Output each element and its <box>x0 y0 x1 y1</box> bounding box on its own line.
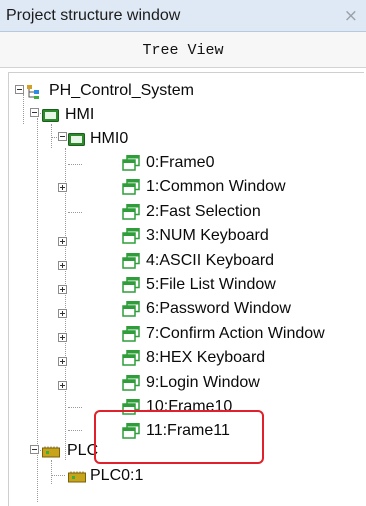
tree-node-label: 1:Common Window <box>146 178 286 196</box>
connector-line <box>51 475 65 476</box>
project-tree-icon <box>27 85 39 99</box>
tree-node-frame[interactable]: 1:Common Window <box>122 177 362 199</box>
tree-node-plc0[interactable]: PLC0:1 <box>68 466 178 488</box>
tree-node-project-root[interactable]: PH_Control_System <box>26 81 236 103</box>
tree-node-label: 6:Password Window <box>146 300 291 318</box>
plc-icon <box>68 471 86 483</box>
tree-node-label: 0:Frame0 <box>146 154 215 171</box>
expand-toggle-frame5[interactable] <box>58 285 67 294</box>
collapse-toggle-root[interactable] <box>15 85 24 94</box>
tree-node-label: 5:File List Window <box>146 276 276 293</box>
tree-node-frame[interactable]: 9:Login Window <box>122 373 362 395</box>
tree-node-frame[interactable]: 3:NUM Keyboard <box>122 226 362 248</box>
plc-icon <box>42 446 60 458</box>
frame-window-icon <box>122 301 140 318</box>
tree-node-label: 11:Frame11 <box>146 422 230 440</box>
expand-toggle-frame1[interactable] <box>58 183 67 192</box>
tree-node-label: 4:ASCII Keyboard <box>146 251 275 269</box>
tree-node-label: 2:Fast Selection <box>146 202 261 220</box>
tree-node-label: 9:Login Window <box>146 373 260 391</box>
expand-toggle-frame8[interactable] <box>58 357 67 366</box>
tree-node-label: PH_Control_System <box>49 82 194 99</box>
tree-node-plc[interactable]: PLC <box>42 441 122 463</box>
tree-node-label: 7:Confirm Action Window <box>146 324 325 342</box>
expand-toggle-frame6[interactable] <box>58 309 67 318</box>
collapse-toggle-hmi0[interactable] <box>58 132 67 141</box>
frame-window-icon <box>122 252 140 269</box>
frame-window-icon <box>122 203 140 220</box>
monitor-icon <box>68 133 85 146</box>
tree-node-hmi0[interactable]: HMI0 <box>68 129 158 151</box>
frame-window-icon <box>122 325 140 342</box>
frame-window-icon <box>122 374 140 391</box>
tree-node-frame[interactable]: 2:Fast Selection <box>122 202 362 224</box>
expand-toggle-frame7[interactable] <box>58 333 67 342</box>
window-titlebar: Project structure window × <box>0 0 366 32</box>
expand-toggle-frame3[interactable] <box>58 237 67 246</box>
project-tree: PH_Control_System HMI HMI0 0:Frame0 1:Com… <box>0 68 366 506</box>
connector-line <box>51 124 52 148</box>
tree-node-frame[interactable]: 5:File List Window <box>122 275 362 297</box>
connector-line <box>68 430 82 431</box>
frame-window-icon <box>122 423 140 440</box>
tab-tree-view-label: Tree View <box>142 42 224 59</box>
tree-node-frame[interactable]: 11:Frame11 <box>122 421 362 443</box>
tree-node-frame[interactable]: 7:Confirm Action Window <box>122 324 362 346</box>
frame-window-icon <box>122 399 140 415</box>
connector-line <box>68 164 82 165</box>
frame-window-icon <box>122 350 140 366</box>
connector-line <box>51 460 52 484</box>
tree-node-label: PLC0:1 <box>90 467 144 484</box>
tree-node-frame[interactable]: 6:Password Window <box>122 299 362 321</box>
collapse-toggle-hmi[interactable] <box>30 108 39 117</box>
tree-node-hmi[interactable]: HMI <box>42 105 122 127</box>
project-structure-panel: Project structure window × Tree View PH_… <box>0 0 366 506</box>
frame-window-icon <box>122 179 140 196</box>
tree-node-label: 3:NUM Keyboard <box>146 227 269 245</box>
connector-line <box>68 407 82 408</box>
close-icon[interactable]: × <box>344 6 358 26</box>
tree-node-label: 10:Frame10 <box>146 398 233 415</box>
frame-window-icon <box>122 228 140 244</box>
connector-line <box>68 212 82 213</box>
tree-node-label: 8:HEX Keyboard <box>146 349 266 367</box>
expand-toggle-frame9[interactable] <box>58 381 67 390</box>
tree-node-frame[interactable]: 0:Frame0 <box>122 153 362 175</box>
frame-window-icon <box>122 277 140 293</box>
tree-node-frame[interactable]: 4:ASCII Keyboard <box>122 251 362 273</box>
frame-window-icon <box>122 155 140 171</box>
tree-view-tab[interactable]: Tree View <box>0 32 366 68</box>
connector-line <box>65 148 66 460</box>
tree-node-label: PLC <box>67 442 99 459</box>
tree-node-frame[interactable]: 8:HEX Keyboard <box>122 348 362 370</box>
collapse-toggle-plc[interactable] <box>30 445 39 454</box>
tree-node-frame[interactable]: 10:Frame10 <box>122 397 362 419</box>
tree-node-label: HMI <box>65 106 95 123</box>
connector-line <box>23 94 24 124</box>
window-title: Project structure window <box>6 7 181 24</box>
tree-node-label: HMI0 <box>90 130 129 147</box>
expand-toggle-frame4[interactable] <box>58 261 67 270</box>
monitor-icon <box>42 109 59 122</box>
